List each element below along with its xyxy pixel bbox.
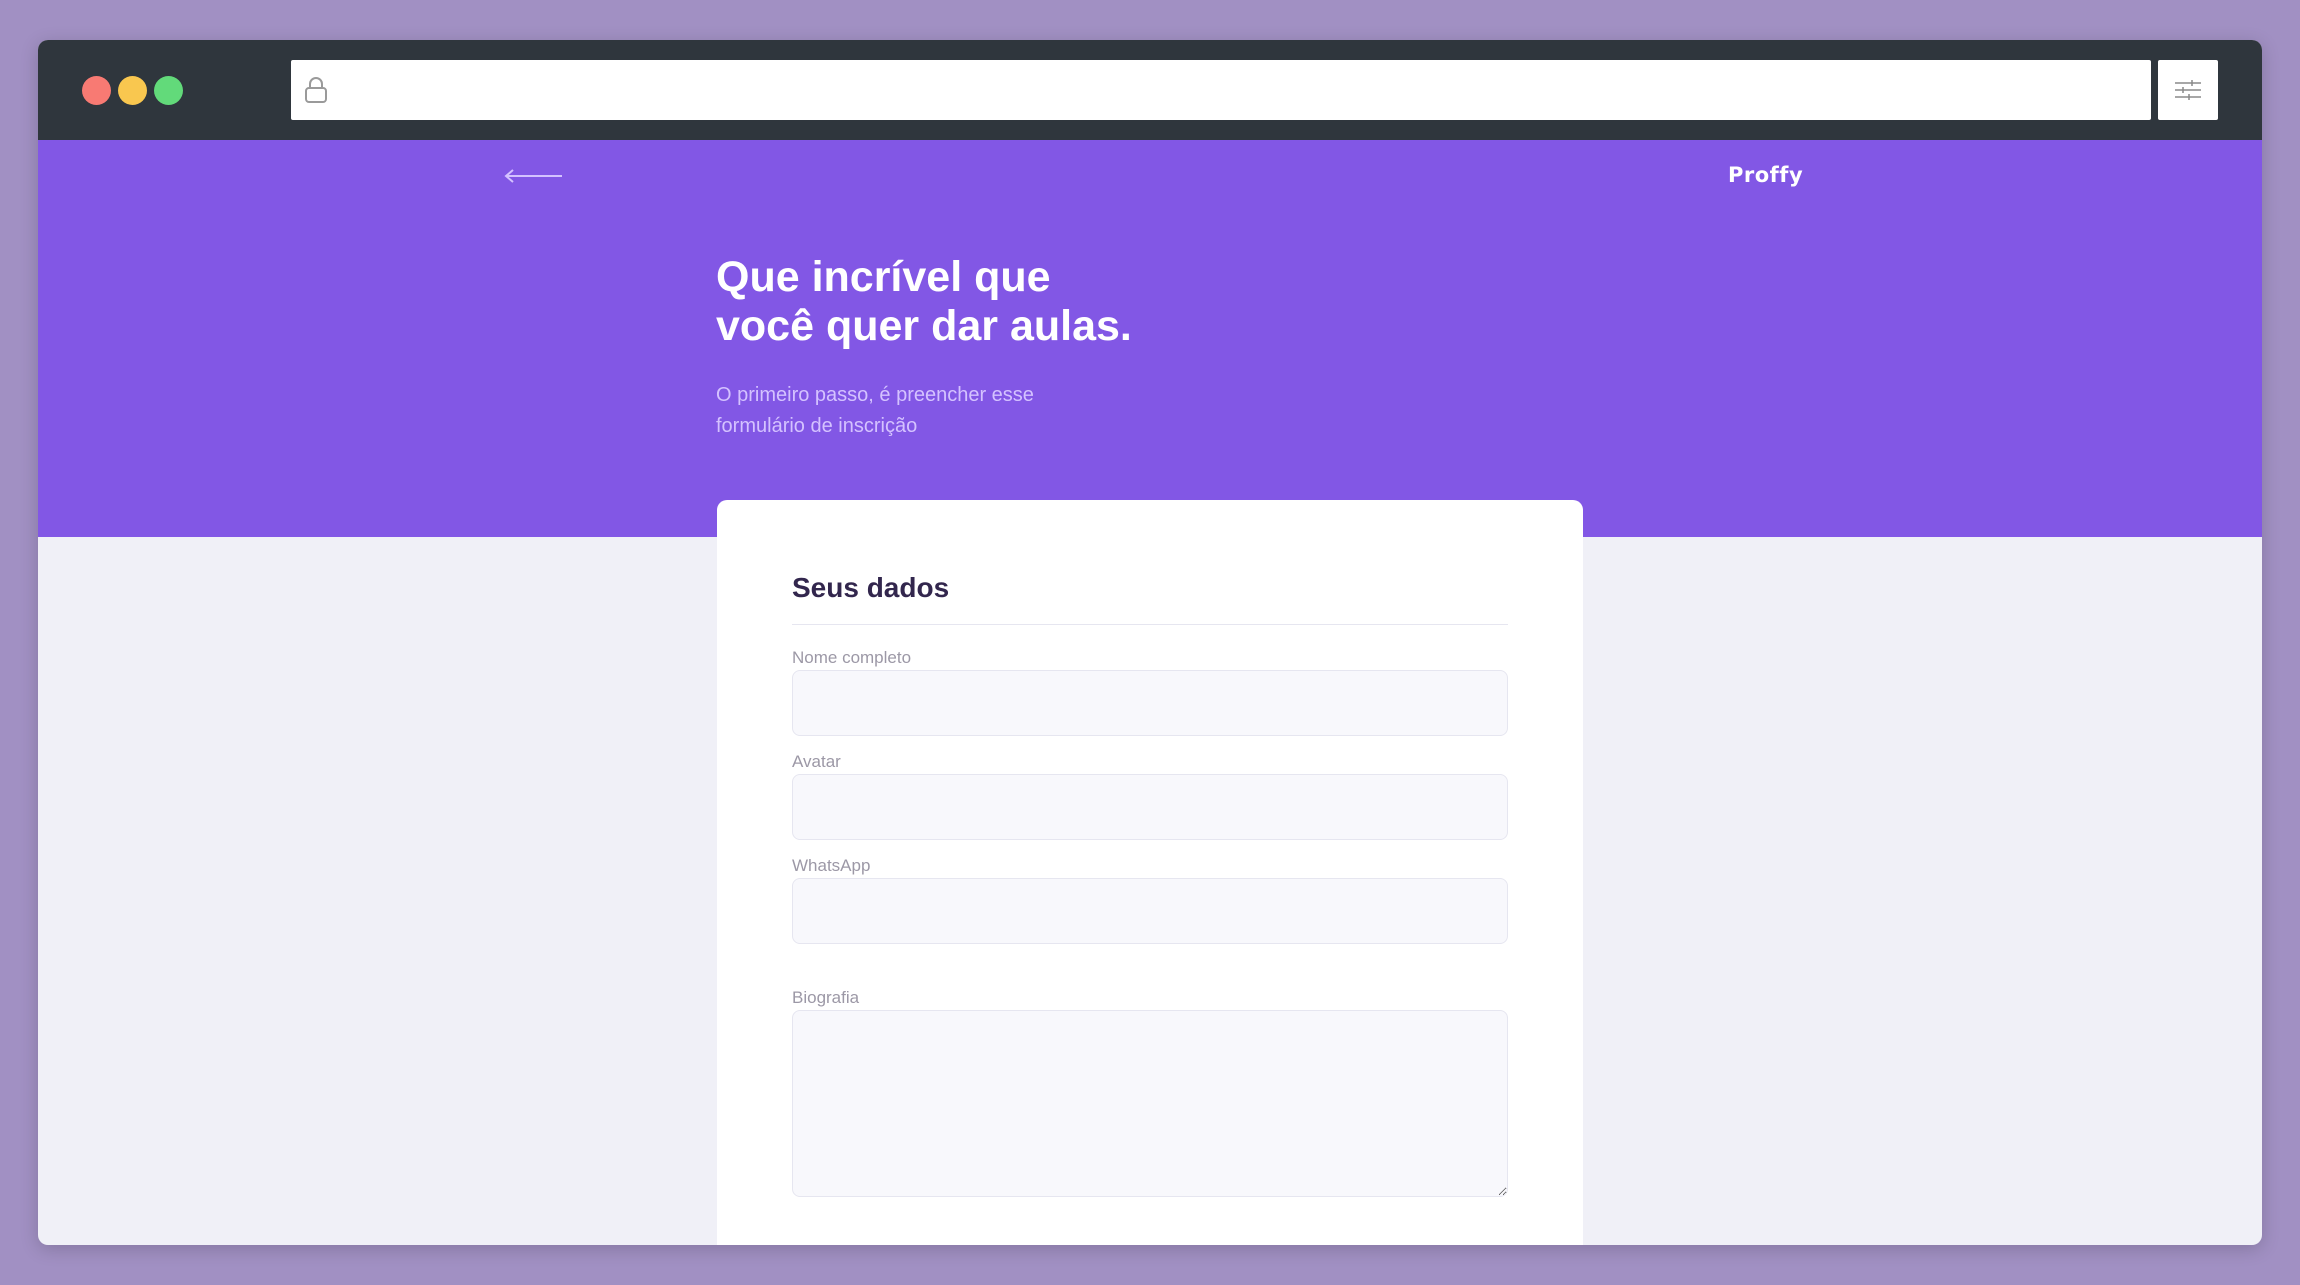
fieldset-title: Seus dados — [792, 572, 950, 603]
whatsapp-label: WhatsApp — [792, 856, 871, 875]
bio-label: Biografia — [792, 988, 860, 1007]
page-title-line-2: você quer dar aulas. — [716, 302, 1132, 350]
avatar-label: Avatar — [792, 752, 841, 771]
fieldset-divider — [792, 624, 1508, 625]
close-window-button[interactable] — [82, 76, 111, 105]
maximize-window-button[interactable] — [154, 76, 183, 105]
whatsapp-input[interactable] — [792, 878, 1508, 944]
brand-logo: Proffy — [1728, 163, 1804, 187]
settings-button[interactable] — [2158, 60, 2218, 120]
arrow-left-icon[interactable] — [504, 166, 564, 186]
page-subtitle: O primeiro passo, é preencher esse formu… — [716, 380, 1116, 442]
minimize-window-button[interactable] — [118, 76, 147, 105]
page-subtitle-line-1: O primeiro passo, é preencher esse — [716, 384, 1034, 406]
page-title-line-1: Que incrível que — [716, 253, 1051, 301]
page-header: Proffy Que incrível que você quer dar au… — [38, 140, 2262, 537]
lock-icon — [305, 77, 327, 103]
page-subtitle-line-2: formulário de inscrição — [716, 415, 918, 437]
avatar-input[interactable] — [792, 774, 1508, 840]
address-bar[interactable] — [291, 60, 2151, 120]
page-title: Que incrível que você quer dar aulas. — [716, 253, 1236, 351]
browser-window: Proffy Que incrível que você quer dar au… — [38, 40, 2262, 1245]
sliders-icon — [2175, 80, 2201, 100]
full-name-input[interactable] — [792, 670, 1508, 736]
registration-form: Seus dados Nome completo Avatar WhatsApp… — [717, 500, 1583, 1245]
browser-titlebar — [38, 40, 2262, 140]
full-name-label: Nome completo — [792, 648, 912, 667]
bio-textarea[interactable] — [792, 1010, 1508, 1197]
